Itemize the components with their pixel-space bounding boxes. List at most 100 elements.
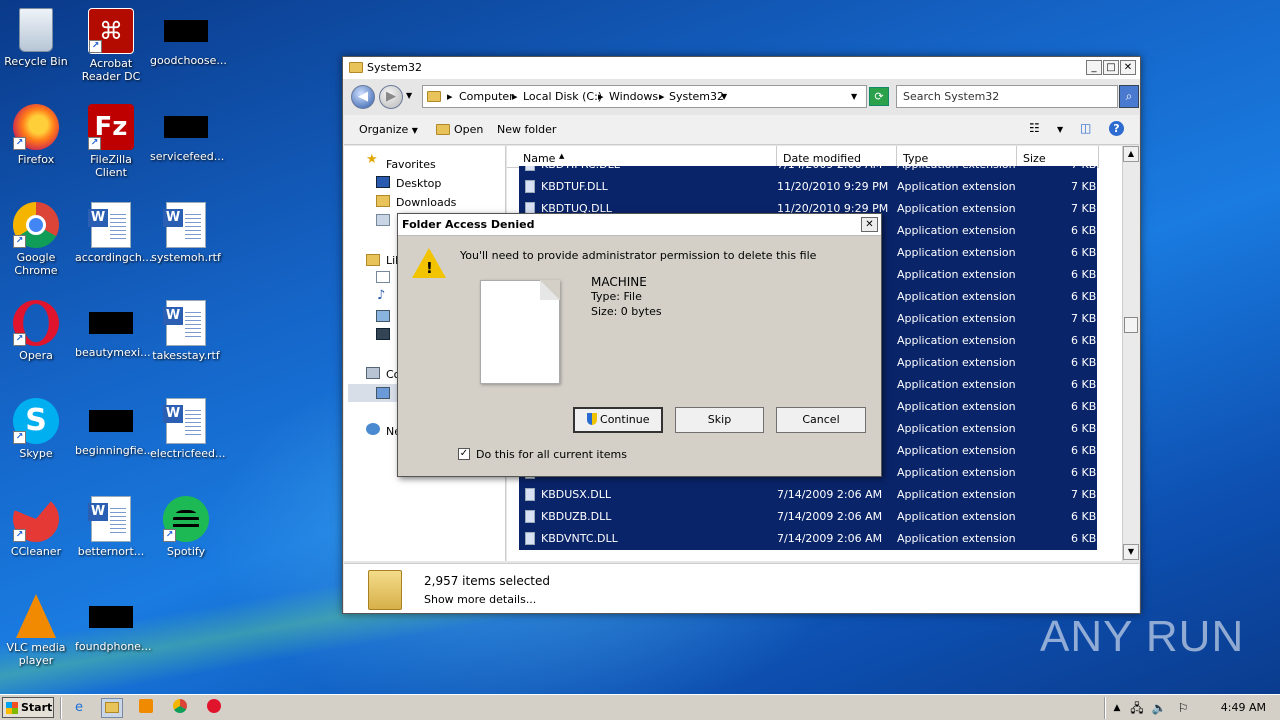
breadcrumb-dropdown-icon[interactable]: ▼ <box>721 92 727 101</box>
breadcrumb-separator-icon[interactable]: ▸ <box>659 90 665 103</box>
file-type-cell: Application extension <box>897 510 1016 523</box>
forward-button[interactable]: ▶ <box>379 85 403 109</box>
skip-button[interactable]: Skip <box>675 407 764 433</box>
minimize-button[interactable]: _ <box>1086 60 1102 75</box>
desktop-icon-goodchoose[interactable]: goodchoose... <box>150 8 227 67</box>
view-options-icon[interactable]: ☷ <box>1029 121 1040 135</box>
recent-places-icon <box>376 214 390 226</box>
desktop-icon-takesstay[interactable]: W takesstay.rtf <box>150 300 222 362</box>
desktop-icon-electricfeed[interactable]: W electricfeed... <box>150 398 225 460</box>
desktop-icon-label: systemoh.rtf <box>151 251 221 264</box>
address-bar[interactable]: ▸ Computer ▸ Local Disk (C:) ▸ Windows ▸… <box>422 85 867 108</box>
file-size-cell: 6 KB <box>1071 378 1097 391</box>
file-type-cell: Application extension <box>897 378 1016 391</box>
back-button[interactable]: ◀ <box>351 85 375 109</box>
vertical-scrollbar[interactable]: ▲ ▼ <box>1122 146 1139 561</box>
chrome-taskbar-icon[interactable] <box>169 698 191 718</box>
desktop-icon-chrome[interactable]: ↗ Google Chrome <box>0 202 72 277</box>
action-center-flag-icon[interactable]: ⚐ <box>1172 698 1194 718</box>
desktop-icon-vlc[interactable]: VLC media player <box>0 594 72 667</box>
column-header-date[interactable]: Date modified <box>777 146 897 168</box>
cancel-button[interactable]: Cancel <box>776 407 866 433</box>
breadcrumb-local-disk[interactable]: Local Disk (C:) <box>523 90 602 103</box>
breadcrumb-separator-icon[interactable]: ▸ <box>598 90 604 103</box>
preview-pane-icon[interactable]: ◫ <box>1080 121 1091 135</box>
maximize-button[interactable]: □ <box>1103 60 1119 75</box>
start-button[interactable]: Start <box>2 697 54 718</box>
file-row[interactable]: KBDUSX.DLL 7/14/2009 2:06 AM Application e… <box>519 484 1097 506</box>
desktop-icon-beginningfie[interactable]: beginningfie... <box>75 398 154 457</box>
file-row[interactable]: KBDVNTC.DLL 7/14/2009 2:06 AM Application … <box>519 528 1097 550</box>
file-row[interactable]: KBDUZB.DLL 7/14/2009 2:06 AM Application e… <box>519 506 1097 528</box>
clock[interactable]: 4:49 AM <box>1221 701 1266 714</box>
desktop-icon-beautymexi[interactable]: beautymexi... <box>75 300 151 359</box>
apply-all-checkbox[interactable]: ✓ <box>458 448 470 460</box>
column-header-name[interactable]: Name ▲ <box>507 146 777 168</box>
skype-icon: S ↗ <box>13 398 59 444</box>
show-hidden-icons-icon[interactable]: ▲ <box>1106 698 1128 718</box>
continue-button[interactable]: Continue <box>573 407 663 433</box>
show-more-details-link[interactable]: Show more details... <box>424 593 536 606</box>
desktop-icon-systemoh[interactable]: W systemoh.rtf <box>150 202 222 264</box>
help-icon[interactable]: ? <box>1109 121 1124 136</box>
file-name-cell: KBDTIPRC.DLL <box>541 166 620 171</box>
desktop-icon-filezilla[interactable]: Fz ↗ FileZilla Client <box>75 104 147 179</box>
scroll-up-icon[interactable]: ▲ <box>1123 146 1139 162</box>
column-header-size[interactable]: Size <box>1017 146 1099 168</box>
column-header-type[interactable]: Type <box>897 146 1017 168</box>
desktop-icon-spotify[interactable]: ↗ Spotify <box>150 496 222 558</box>
recent-pages-chevron-icon[interactable]: ▼ <box>406 91 412 100</box>
breadcrumb-windows[interactable]: Windows <box>609 90 658 103</box>
file-size-cell: 7 KB <box>1071 180 1097 193</box>
blank-file-icon <box>89 606 133 628</box>
desktop-icon-label: takesstay.rtf <box>152 349 220 362</box>
file-type-cell: Application extension <box>897 224 1016 237</box>
dialog-close-button[interactable]: ✕ <box>861 217 878 232</box>
search-input[interactable]: Search System32 <box>896 85 1118 108</box>
desktop-icon-foundphone[interactable]: foundphone... <box>75 594 151 653</box>
firefox-icon: ↗ <box>13 104 59 150</box>
nav-favorites[interactable]: Favorites <box>386 158 436 171</box>
vlc-icon <box>16 594 56 638</box>
media-player-icon[interactable] <box>135 698 157 718</box>
apply-all-label[interactable]: Do this for all current items <box>476 448 627 461</box>
organize-button[interactable]: Organize ▼ <box>359 123 418 136</box>
new-folder-button[interactable]: New folder <box>497 123 556 136</box>
search-icon[interactable]: ⌕ <box>1119 85 1139 108</box>
word-document-icon: W <box>88 496 131 542</box>
internet-explorer-icon[interactable]: e <box>68 698 90 718</box>
nav-downloads[interactable]: Downloads <box>396 196 456 209</box>
nav-desktop[interactable]: Desktop <box>396 177 441 190</box>
scroll-down-icon[interactable]: ▼ <box>1123 544 1139 560</box>
breadcrumb-system32[interactable]: System32 <box>669 90 724 103</box>
desktop-icon-betternort[interactable]: W betternort... <box>75 496 147 558</box>
open-button[interactable]: Open <box>454 123 483 136</box>
dialog-titlebar[interactable]: Folder Access Denied ✕ <box>398 214 881 236</box>
address-history-chevron-icon[interactable]: ▼ <box>851 92 857 101</box>
window-titlebar[interactable]: System32 _ □ ✕ <box>343 57 1140 79</box>
breadcrumb-computer[interactable]: Computer <box>459 90 514 103</box>
file-row[interactable]: KBDTUF.DLL 11/20/2010 9:29 PM Application … <box>519 176 1097 198</box>
folder-access-denied-dialog[interactable]: Folder Access Denied ✕ ! You'll need to … <box>397 213 882 477</box>
desktop-icon-servicefeed[interactable]: servicefeed... <box>150 104 224 163</box>
network-tray-icon[interactable]: 🖧 <box>1126 698 1148 718</box>
opera-taskbar-icon[interactable] <box>203 698 225 718</box>
anyrun-watermark: ANY RUN <box>1040 612 1245 661</box>
breadcrumb-separator-icon[interactable]: ▸ <box>512 90 518 103</box>
scroll-thumb[interactable] <box>1124 317 1138 333</box>
desktop-icon-skype[interactable]: S ↗ Skype <box>0 398 72 460</box>
desktop-icon-ccleaner[interactable]: ↗ CCleaner <box>0 496 72 558</box>
refresh-icon[interactable]: ⟳ <box>869 87 889 106</box>
desktop-icon-opera[interactable]: ↗ Opera <box>0 300 72 362</box>
file-row[interactable]: KBDTIPRC.DLL 7/14/2009 2:06 AM Application… <box>519 166 1097 176</box>
desktop-icon-recycle-bin[interactable]: Recycle Bin <box>0 8 72 68</box>
close-button[interactable]: ✕ <box>1120 60 1136 75</box>
documents-icon <box>376 271 390 283</box>
desktop-icon-accordingch[interactable]: W accordingch... <box>75 202 152 264</box>
desktop-icon-firefox[interactable]: ↗ Firefox <box>0 104 72 166</box>
explorer-taskbar-icon[interactable] <box>101 698 123 718</box>
volume-icon[interactable]: 🔈 <box>1148 698 1170 718</box>
desktop-icon-acrobat[interactable]: ⌘ ↗ Acrobat Reader DC <box>75 8 147 83</box>
file-size-cell: 7 KB <box>1071 312 1097 325</box>
chevron-down-icon[interactable]: ▼ <box>1057 125 1063 134</box>
